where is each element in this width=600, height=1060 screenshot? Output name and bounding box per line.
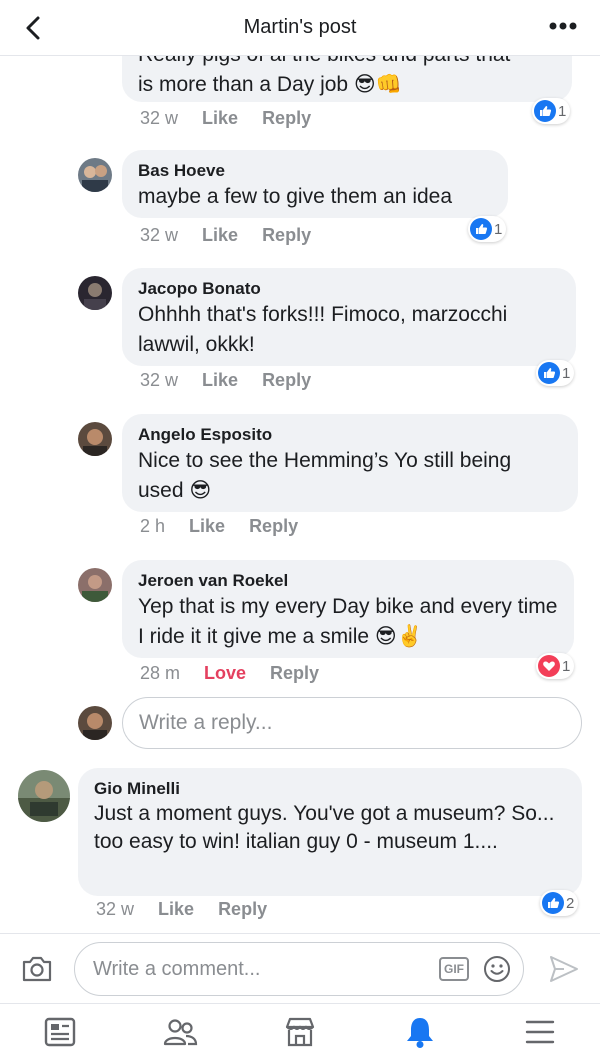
- reaction-count: 1: [562, 657, 571, 675]
- comment-author[interactable]: Jacopo Bonato: [138, 278, 560, 300]
- comment-bubble: Gio Minelli Just a moment guys. You've g…: [78, 768, 582, 896]
- heart-icon: [538, 655, 560, 677]
- comment-bubble: Jeroen van Roekel Yep that is my every D…: [122, 560, 574, 658]
- comment-actions: 32 w Like Reply: [140, 370, 311, 391]
- comment-input[interactable]: Write a comment... GIF: [74, 942, 524, 996]
- page-title: Martin's post: [243, 16, 357, 38]
- reaction-count: 1: [494, 220, 503, 238]
- reply-link[interactable]: Reply: [249, 516, 298, 537]
- tab-menu[interactable]: [480, 1004, 600, 1060]
- tab-news-feed[interactable]: [0, 1004, 120, 1060]
- comment-bubble: Angelo Esposito Nice to see the Hemming’…: [122, 414, 578, 512]
- comment-author[interactable]: Bas Hoeve: [138, 160, 492, 182]
- like-link[interactable]: Like: [158, 899, 194, 920]
- avatar[interactable]: [18, 770, 70, 822]
- comment-placeholder: Write a comment...: [93, 957, 261, 980]
- like-link[interactable]: Like: [202, 225, 238, 246]
- reaction-badge[interactable]: 1: [468, 216, 507, 242]
- comment-text: Yep that is my every Day bike and every …: [138, 595, 558, 648]
- reply-input[interactable]: Write a reply...: [122, 697, 582, 749]
- comment-time: 2 h: [140, 516, 166, 536]
- like-link[interactable]: Like: [202, 370, 238, 391]
- more-horizontal-icon[interactable]: [548, 16, 578, 36]
- reply-link[interactable]: Reply: [262, 225, 311, 246]
- comment-text: is more than a Day job 😎👊: [138, 73, 402, 96]
- comment-text: Ohhhh that's forks!!! Fimoco, marzocchi …: [138, 303, 508, 356]
- send-icon[interactable]: [548, 954, 580, 984]
- comment-author[interactable]: Jeroen van Roekel: [138, 570, 558, 592]
- avatar[interactable]: [78, 568, 112, 602]
- comment-actions: 28 m Love Reply: [140, 663, 319, 684]
- current-user-avatar: [78, 706, 112, 740]
- reply-link[interactable]: Reply: [270, 663, 319, 684]
- like-link[interactable]: Like: [202, 108, 238, 129]
- comment-text-clipped: Really pigs of al the bikes and parts th…: [138, 56, 556, 70]
- comment-time: 32 w: [140, 108, 179, 128]
- comment-actions: 32 w Like Reply: [96, 899, 267, 920]
- reply-link[interactable]: Reply: [262, 108, 311, 129]
- reaction-count: 1: [558, 102, 567, 120]
- avatar[interactable]: [78, 158, 112, 192]
- tab-notifications[interactable]: [360, 1004, 480, 1060]
- avatar[interactable]: [78, 276, 112, 310]
- reaction-count: 2: [566, 894, 575, 912]
- like-link[interactable]: Like: [189, 516, 225, 537]
- comment-bubble: Really pigs of al the bikes and parts th…: [122, 56, 572, 102]
- comment-text: Just a moment guys. You've got a museum?…: [94, 802, 555, 853]
- love-link[interactable]: Love: [204, 663, 246, 684]
- thumbs-up-icon: [534, 100, 556, 122]
- thumbs-up-icon: [542, 892, 564, 914]
- reaction-badge[interactable]: 1: [536, 360, 575, 386]
- menu-icon: [525, 1020, 555, 1044]
- tab-friends[interactable]: [120, 1004, 240, 1060]
- comment-time: 32 w: [140, 225, 179, 245]
- top-bar: Martin's post: [0, 0, 600, 56]
- reaction-badge[interactable]: 1: [536, 653, 575, 679]
- comment-bubble: Bas Hoeve maybe a few to give them an id…: [122, 150, 508, 218]
- comment-actions: 2 h Like Reply: [140, 516, 298, 537]
- marketplace-icon: [285, 1017, 315, 1047]
- news-feed-icon: [44, 1017, 76, 1047]
- comment-text: Nice to see the Hemming’s Yo still being…: [138, 449, 512, 502]
- thumbs-up-icon: [470, 218, 492, 240]
- camera-icon[interactable]: [20, 954, 54, 984]
- comment-actions: 32 w Like Reply: [140, 108, 311, 129]
- reply-link[interactable]: Reply: [262, 370, 311, 391]
- comment-author[interactable]: Gio Minelli: [94, 778, 566, 800]
- notifications-icon: [407, 1018, 433, 1048]
- comment-time: 28 m: [140, 663, 181, 683]
- avatar[interactable]: [78, 422, 112, 456]
- comments-feed[interactable]: Really pigs of al the bikes and parts th…: [0, 56, 600, 933]
- friends-icon: [163, 1019, 198, 1046]
- comment-time: 32 w: [96, 899, 135, 919]
- thumbs-up-icon: [538, 362, 560, 384]
- reply-link[interactable]: Reply: [218, 899, 267, 920]
- comment-actions: 32 w Like Reply: [140, 225, 311, 246]
- reaction-count: 1: [562, 364, 571, 382]
- bottom-nav: [0, 1003, 600, 1060]
- tab-marketplace[interactable]: [240, 1004, 360, 1060]
- comment-composer: Write a comment... GIF: [0, 933, 600, 1003]
- gif-button[interactable]: GIF: [439, 957, 469, 981]
- smiley-icon[interactable]: [483, 955, 511, 983]
- reaction-badge[interactable]: 1: [532, 98, 571, 124]
- comment-time: 32 w: [140, 370, 179, 390]
- comment-author[interactable]: Angelo Esposito: [138, 424, 562, 446]
- reaction-badge[interactable]: 2: [540, 890, 579, 916]
- comment-text: maybe a few to give them an idea: [138, 185, 453, 208]
- comment-bubble: Jacopo Bonato Ohhhh that's forks!!! Fimo…: [122, 268, 576, 366]
